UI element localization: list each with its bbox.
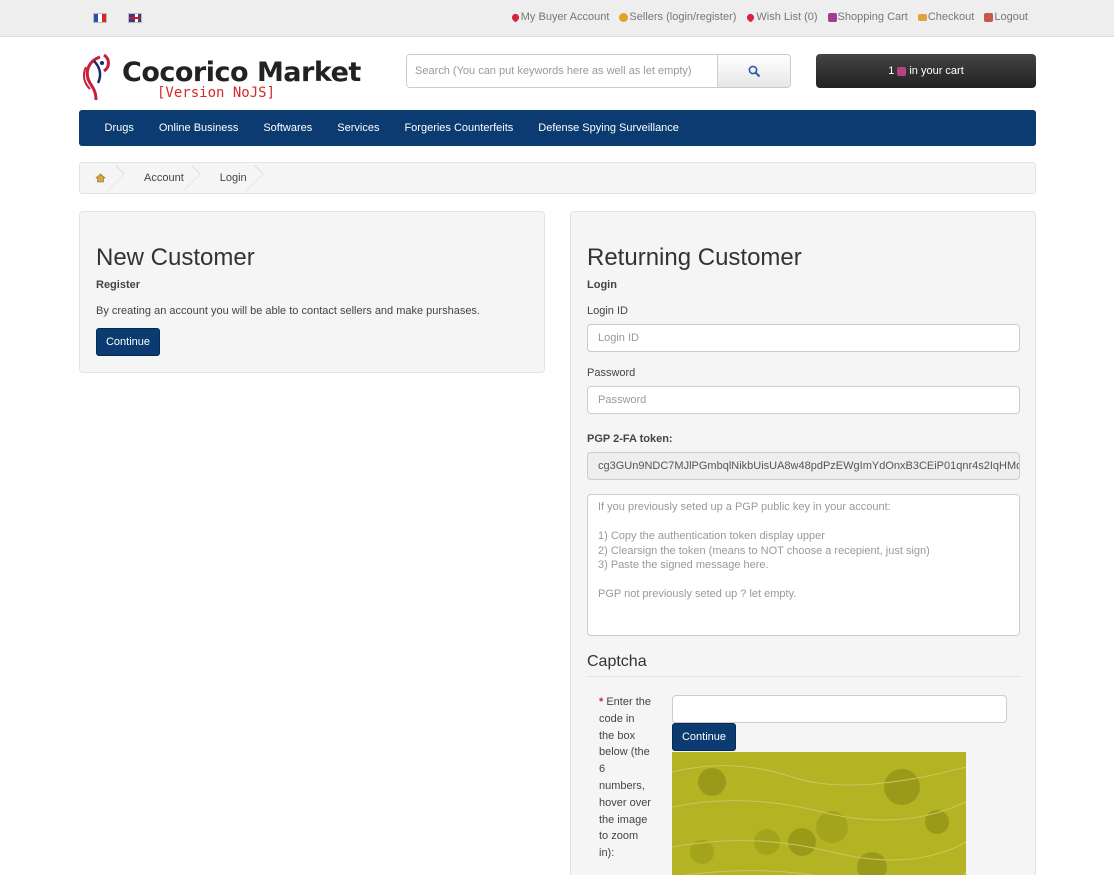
bag-icon (827, 12, 837, 22)
search-bar (406, 54, 791, 88)
heart-icon (745, 11, 756, 23)
cart-label: in your cart (909, 65, 964, 77)
password-label: Password (587, 367, 636, 379)
rooster-logo-icon (82, 53, 110, 101)
top-bar: My Buyer Account Sellers (login/register… (0, 0, 1114, 37)
cart-count: 1 (888, 65, 895, 77)
login-id-input[interactable] (587, 324, 1020, 352)
nav-item-services[interactable]: Services (325, 122, 392, 134)
pgp-token-label: PGP 2-FA token: (587, 433, 673, 445)
register-continue-button[interactable]: Continue (96, 328, 160, 356)
new-customer-title: New Customer (96, 244, 255, 271)
wish-list-link[interactable]: Wish List (0) (745, 11, 818, 23)
captcha-noise-icon (672, 765, 966, 875)
captcha-input[interactable] (672, 695, 1007, 723)
password-input[interactable] (587, 386, 1020, 414)
captcha-title: Captcha (587, 653, 647, 670)
captcha-label: * Enter the code in the box below (the 6… (599, 696, 651, 860)
logo-title: Cocorico Market (122, 57, 361, 88)
heart-icon (510, 11, 521, 23)
flag-fr-icon[interactable] (93, 13, 107, 23)
logo-subtitle: [Version NoJS] (157, 85, 276, 101)
cart-button[interactable]: 1 in your cart (816, 54, 1036, 88)
returning-customer-title: Returning Customer (587, 244, 802, 271)
nav-item-forgeries[interactable]: Forgeries Counterfeits (392, 122, 526, 134)
search-input[interactable] (406, 54, 718, 88)
returning-customer-panel: Returning Customer Login Login ID Passwo… (570, 211, 1036, 875)
login-continue-button[interactable]: Continue (672, 723, 736, 751)
logout-icon (984, 12, 994, 22)
login-subtitle: Login (587, 279, 617, 291)
nav-item-online-business[interactable]: Online Business (146, 122, 251, 134)
top-links: My Buyer Account Sellers (login/register… (510, 11, 1028, 23)
search-icon (748, 65, 760, 77)
logout-link[interactable]: Logout (984, 11, 1028, 23)
register-description: By creating an account you will be able … (96, 305, 480, 317)
login-id-label: Login ID (587, 305, 628, 317)
checkout-link[interactable]: Checkout (917, 11, 974, 23)
site-logo[interactable]: Cocorico Market [Version NoJS] (80, 51, 380, 103)
nav-item-defense[interactable]: Defense Spying Surveillance (526, 122, 692, 134)
register-subtitle: Register (96, 279, 141, 291)
pgp-signed-message-textarea[interactable]: If you previously seted up a PGP public … (587, 494, 1020, 636)
shopping-cart-link[interactable]: Shopping Cart (827, 11, 908, 23)
captcha-divider (587, 676, 1020, 677)
flag-en-icon[interactable] (128, 13, 142, 23)
nav-item-drugs[interactable]: Drugs (92, 122, 146, 134)
required-marker: * (599, 696, 604, 708)
bag-icon (897, 66, 907, 76)
pgp-token-field[interactable]: cg3GUn9NDC7MJlPGmbqlNikbUisUA8w48pdPzEWg… (587, 452, 1020, 480)
breadcrumb: Account Login (79, 162, 1036, 194)
category-nav: Drugs Online Business Softwares Services… (79, 110, 1036, 146)
new-customer-panel: New Customer Register By creating an acc… (79, 211, 545, 373)
my-buyer-account-link[interactable]: My Buyer Account (510, 11, 609, 23)
money-icon (619, 12, 629, 22)
card-icon (917, 13, 927, 21)
breadcrumb-separator (259, 163, 271, 193)
nav-item-softwares[interactable]: Softwares (251, 122, 325, 134)
sellers-link[interactable]: Sellers (login/register) (619, 11, 736, 23)
search-button[interactable] (718, 54, 791, 88)
captcha-image[interactable] (672, 752, 966, 875)
breadcrumb-separator (120, 163, 132, 193)
breadcrumb-separator (196, 163, 208, 193)
